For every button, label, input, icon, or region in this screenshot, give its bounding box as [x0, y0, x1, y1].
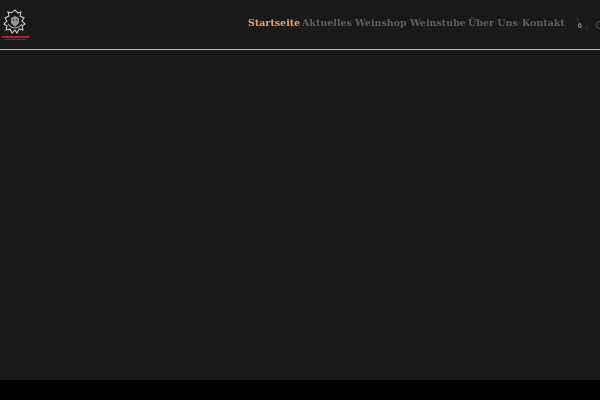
main-content	[0, 50, 600, 380]
footer	[0, 380, 600, 400]
nav-aktuelles[interactable]: Aktuelles	[302, 18, 352, 29]
logo[interactable]	[0, 8, 32, 42]
nav-kontakt[interactable]: Kontakt	[522, 18, 565, 29]
nav-weinstube[interactable]: Weinstube	[410, 18, 466, 29]
lion-crest-icon	[2, 9, 29, 40]
search-icon	[595, 20, 600, 30]
nav-weinshop[interactable]: Weinshop	[355, 18, 407, 29]
nav-startseite[interactable]: Startseite	[248, 18, 300, 29]
site-header: Startseite Aktuelles Weinshop Weinstube …	[0, 0, 600, 50]
nav-ueber-uns[interactable]: Über Uns	[468, 18, 518, 29]
search-button[interactable]	[595, 17, 600, 30]
cart-count-badge: 0	[578, 23, 582, 30]
cart-button[interactable]: 0	[573, 16, 593, 36]
cart-icon	[575, 18, 588, 31]
